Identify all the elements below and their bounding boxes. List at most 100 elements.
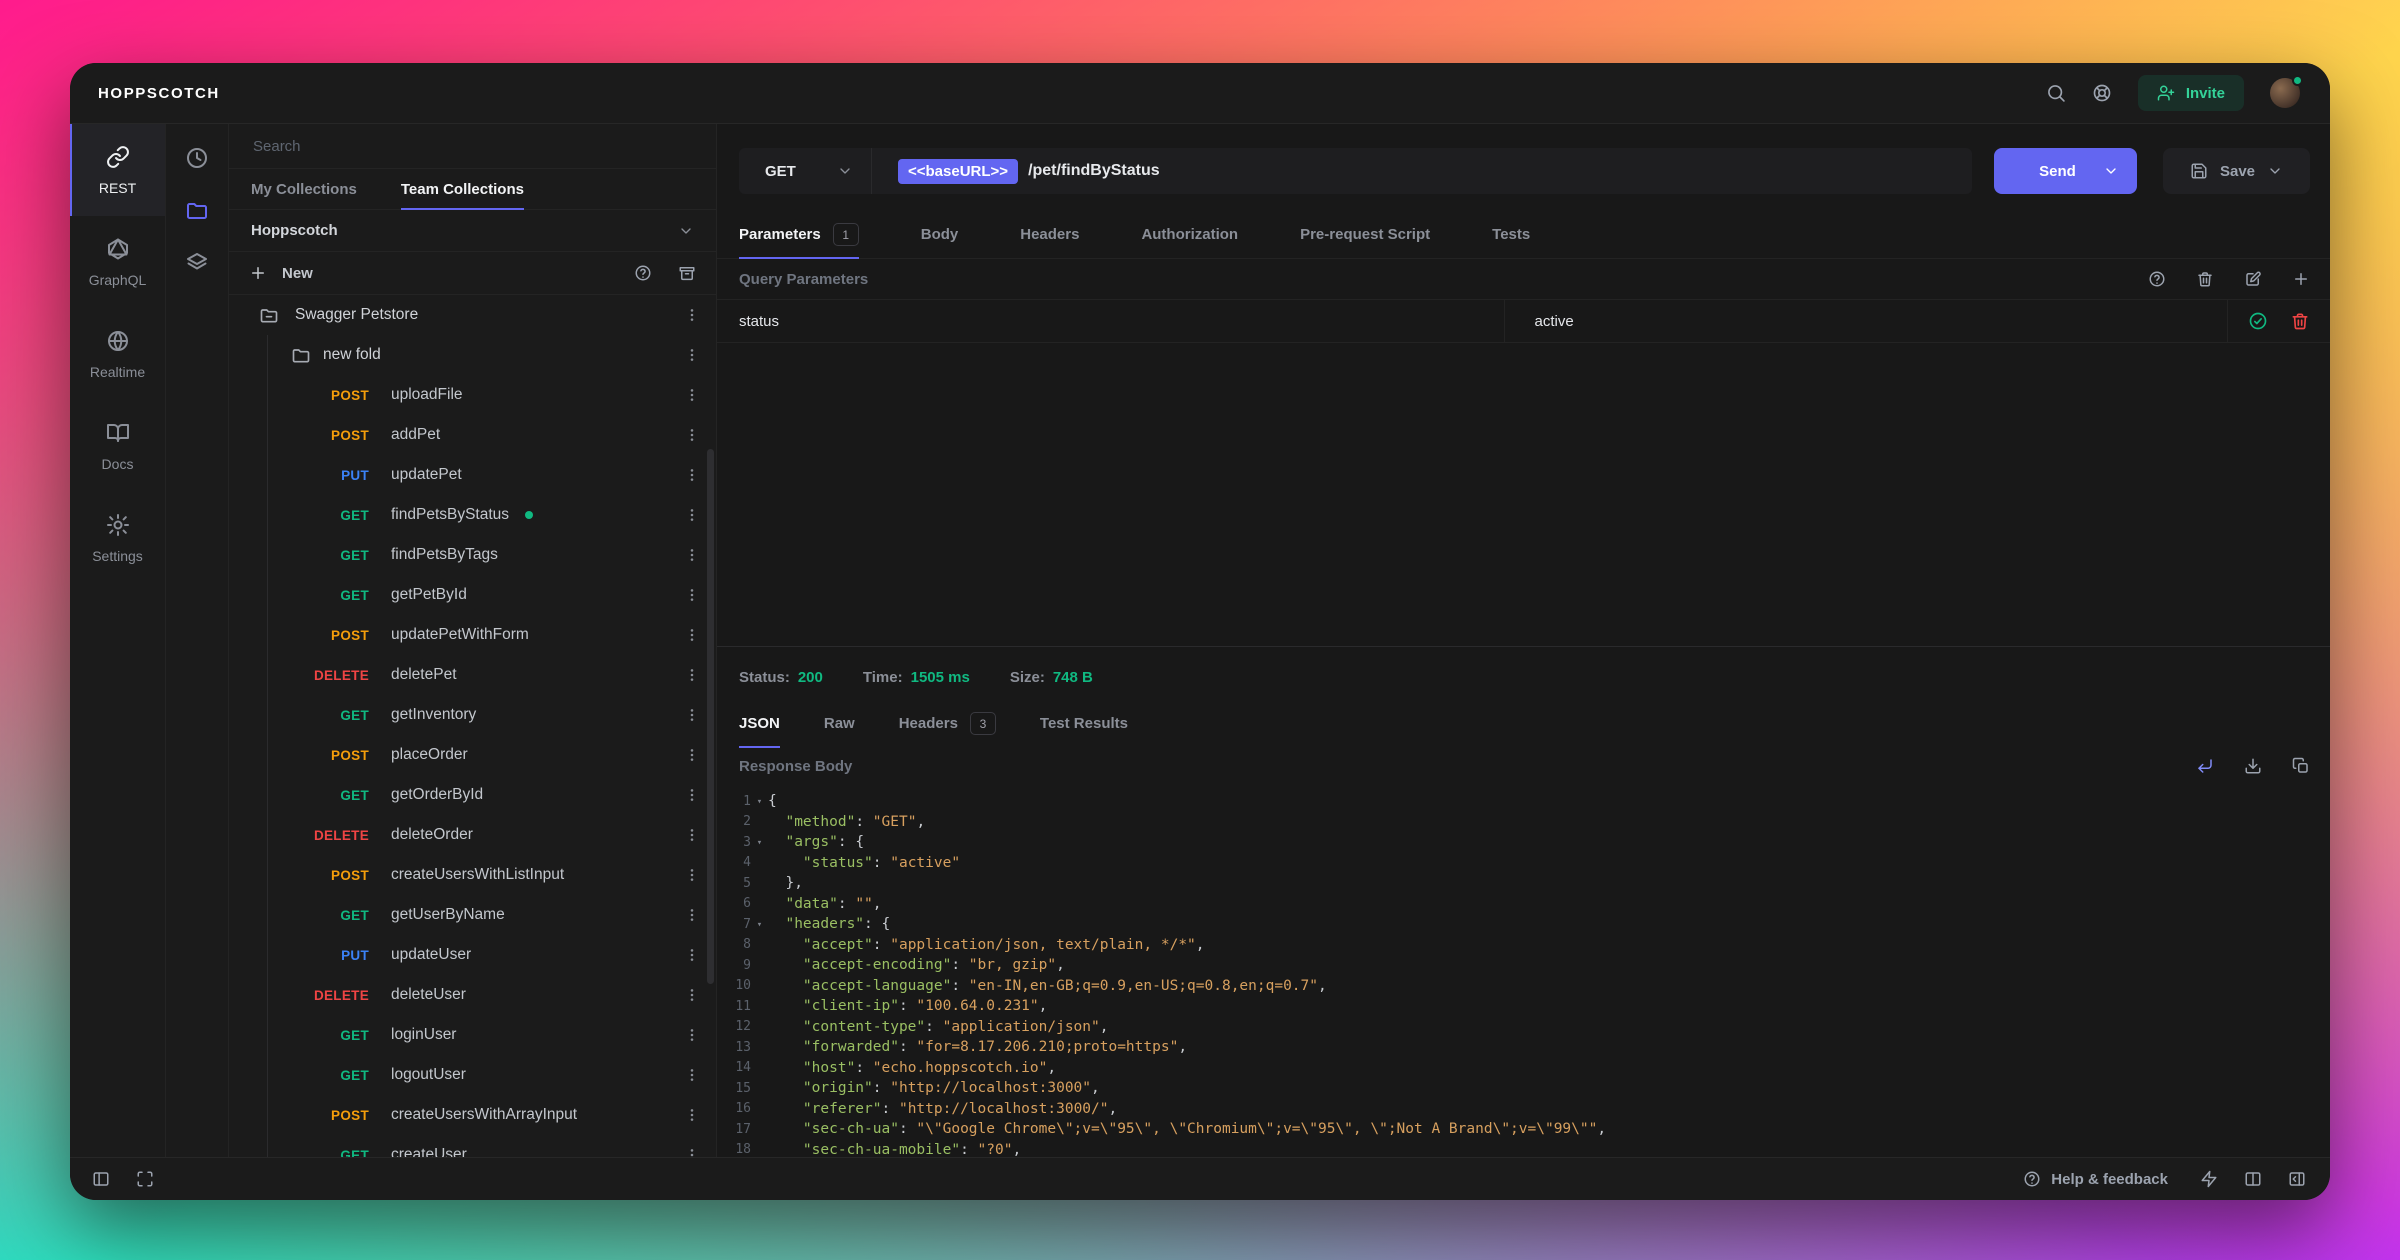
item-options-button[interactable]	[684, 987, 700, 1003]
wrap-lines-button[interactable]	[2196, 757, 2214, 775]
kebab-icon	[684, 827, 700, 843]
params-add-button[interactable]	[2292, 270, 2310, 288]
item-options-button[interactable]	[684, 947, 700, 963]
request-tab-pre-request-script[interactable]: Pre-request Script	[1300, 211, 1430, 258]
item-options-button[interactable]	[684, 307, 700, 323]
params-help-button[interactable]	[2148, 270, 2166, 288]
scrollbar-thumb[interactable]	[707, 449, 714, 984]
item-options-button[interactable]	[684, 827, 700, 843]
nav-item-realtime[interactable]: Realtime	[70, 308, 165, 400]
item-options-button[interactable]	[684, 1147, 700, 1157]
search-button[interactable]	[2046, 83, 2066, 103]
search-input[interactable]	[251, 137, 694, 156]
request-item[interactable]: POST placeOrder	[229, 735, 716, 775]
params-clear-all-button[interactable]	[2196, 270, 2214, 288]
item-options-button[interactable]	[684, 627, 700, 643]
team-selector[interactable]: Hoppscotch	[229, 210, 716, 252]
item-options-button[interactable]	[684, 1027, 700, 1043]
param-toggle-button[interactable]	[2248, 311, 2268, 331]
item-options-button[interactable]	[684, 1107, 700, 1123]
item-options-button[interactable]	[684, 387, 700, 403]
response-body-editor[interactable]: 1 ▾ { 2 "method": "GET", 3 ▾ "args": { 4…	[717, 785, 2330, 1157]
request-item[interactable]: GET getUserByName	[229, 895, 716, 935]
nav-item-docs[interactable]: Docs	[70, 400, 165, 492]
param-key-input[interactable]: status	[717, 300, 1505, 342]
request-item[interactable]: PUT updateUser	[229, 935, 716, 975]
item-options-button[interactable]	[684, 707, 700, 723]
mini-history-button[interactable]	[185, 146, 209, 170]
param-delete-button[interactable]	[2290, 311, 2310, 331]
fold-arrow[interactable]: ▾	[751, 919, 768, 930]
response-tab-test-results[interactable]: Test Results	[1040, 700, 1128, 747]
item-options-button[interactable]	[684, 547, 700, 563]
request-tab-authorization[interactable]: Authorization	[1141, 211, 1238, 258]
shortcuts-zap-button[interactable]	[2200, 1170, 2218, 1188]
help-feedback-button[interactable]: Help & feedback	[2017, 1169, 2174, 1189]
request-tab-body[interactable]: Body	[921, 211, 959, 258]
response-tab-headers[interactable]: Headers3	[899, 700, 996, 747]
item-options-button[interactable]	[684, 427, 700, 443]
url-input[interactable]: <<baseURL>> /pet/findByStatus	[872, 148, 1972, 194]
nav-item-settings[interactable]: Settings	[70, 492, 165, 584]
item-options-button[interactable]	[684, 667, 700, 683]
item-options-button[interactable]	[684, 867, 700, 883]
send-button[interactable]: Send	[1994, 148, 2137, 194]
shortcuts-button[interactable]	[136, 1170, 154, 1188]
method-selector[interactable]: GET	[739, 148, 872, 194]
toggle-sidebar-button[interactable]	[92, 1170, 110, 1188]
request-item[interactable]: GET getPetById	[229, 575, 716, 615]
save-button[interactable]: Save	[2163, 148, 2310, 194]
new-collection-button[interactable]: New	[249, 264, 313, 282]
request-item[interactable]: GET getOrderById	[229, 775, 716, 815]
item-options-button[interactable]	[684, 1067, 700, 1083]
collections-help-button[interactable]	[634, 264, 652, 282]
request-item[interactable]: DELETE deleteOrder	[229, 815, 716, 855]
item-options-button[interactable]	[684, 907, 700, 923]
response-tab-json[interactable]: JSON	[739, 700, 780, 747]
request-item[interactable]: POST updatePetWithForm	[229, 615, 716, 655]
mini-collections-button[interactable]	[185, 198, 209, 222]
support-button[interactable]	[2092, 83, 2112, 103]
request-item[interactable]: DELETE deletePet	[229, 655, 716, 695]
invite-button[interactable]: Invite	[2138, 75, 2244, 111]
fold-arrow[interactable]: ▾	[751, 796, 768, 807]
request-item[interactable]: GET logoutUser	[229, 1055, 716, 1095]
avatar[interactable]	[2270, 78, 2300, 108]
item-options-button[interactable]	[684, 347, 700, 363]
nav-item-graphql[interactable]: GraphQL	[70, 216, 165, 308]
request-item[interactable]: POST createUsersWithListInput	[229, 855, 716, 895]
request-item[interactable]: POST addPet	[229, 415, 716, 455]
import-export-button[interactable]	[678, 264, 696, 282]
param-value-input[interactable]: active	[1505, 300, 2228, 342]
request-item[interactable]: GET loginUser	[229, 1015, 716, 1055]
collapse-right-panel-button[interactable]	[2288, 1170, 2306, 1188]
item-options-button[interactable]	[684, 747, 700, 763]
fold-arrow[interactable]: ▾	[751, 837, 768, 848]
mini-environments-button[interactable]	[185, 250, 209, 274]
nav-item-rest[interactable]: REST	[70, 124, 165, 216]
request-tab-headers[interactable]: Headers	[1020, 211, 1079, 258]
request-item[interactable]: GET createUser	[229, 1135, 716, 1157]
request-tab-parameters[interactable]: Parameters1	[739, 211, 859, 258]
copy-response-button[interactable]	[2292, 757, 2310, 775]
request-item[interactable]: POST createUsersWithArrayInput	[229, 1095, 716, 1135]
request-item[interactable]: GET getInventory	[229, 695, 716, 735]
collection-folder[interactable]: Swagger Petstore	[229, 295, 716, 335]
download-response-button[interactable]	[2244, 757, 2262, 775]
request-item[interactable]: DELETE deleteUser	[229, 975, 716, 1015]
request-tab-tests[interactable]: Tests	[1492, 211, 1530, 258]
collections-tab-my-collections[interactable]: My Collections	[251, 169, 357, 209]
request-item[interactable]: PUT updatePet	[229, 455, 716, 495]
collection-subfolder[interactable]: new fold	[229, 335, 716, 375]
request-item[interactable]: GET findPetsByTags	[229, 535, 716, 575]
item-options-button[interactable]	[684, 587, 700, 603]
collections-tab-team-collections[interactable]: Team Collections	[401, 169, 524, 209]
response-tab-raw[interactable]: Raw	[824, 700, 855, 747]
item-options-button[interactable]	[684, 467, 700, 483]
params-edit-bulk-button[interactable]	[2244, 270, 2262, 288]
request-item[interactable]: GET findPetsByStatus	[229, 495, 716, 535]
column-layout-button[interactable]	[2244, 1170, 2262, 1188]
item-options-button[interactable]	[684, 787, 700, 803]
item-options-button[interactable]	[684, 507, 700, 523]
request-item[interactable]: POST uploadFile	[229, 375, 716, 415]
